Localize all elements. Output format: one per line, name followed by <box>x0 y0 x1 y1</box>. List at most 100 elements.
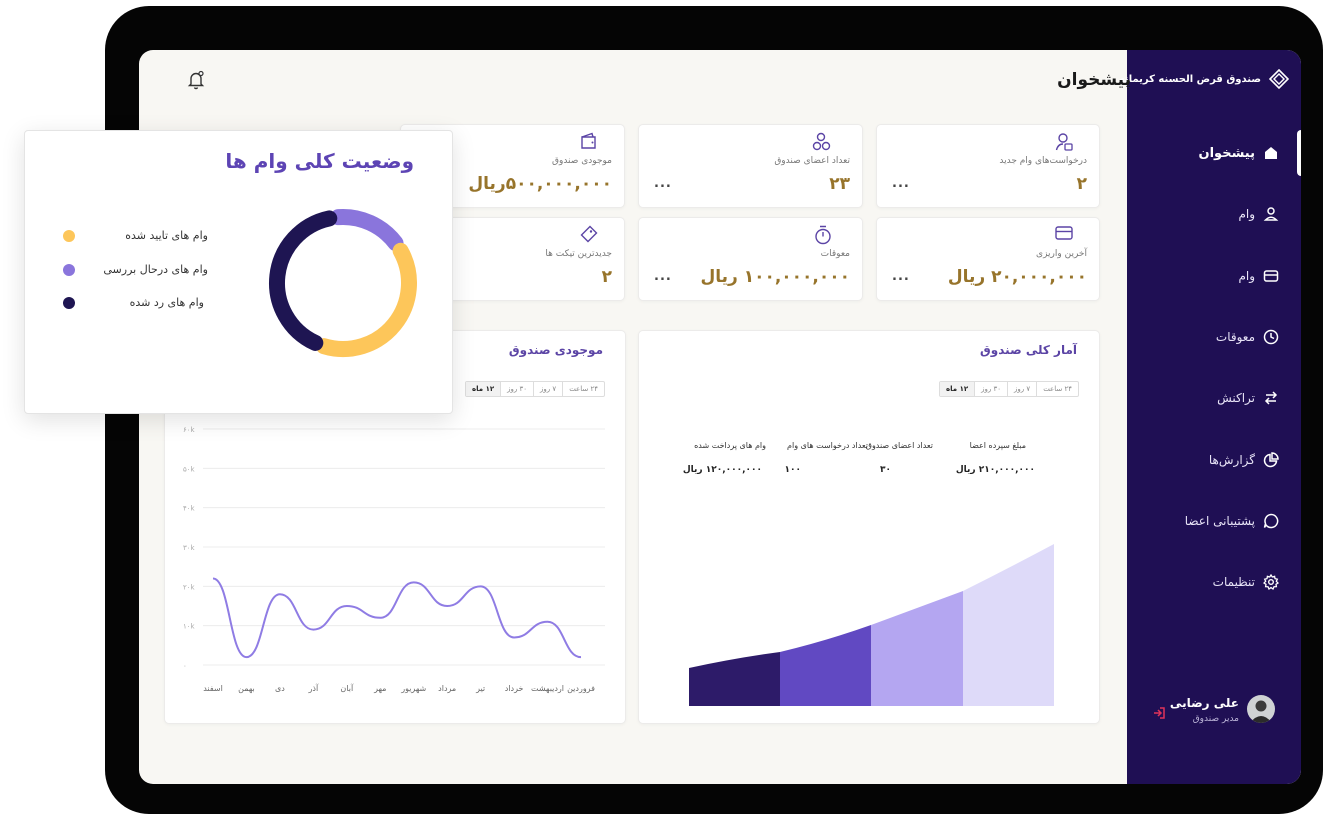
gear-icon <box>1263 574 1279 590</box>
members-icon <box>812 132 832 156</box>
stat-card-new-loan-requests[interactable]: درخواست‌های وام جدید ۲ ... <box>876 124 1100 208</box>
stat-label: تعداد اعضای صندوق <box>774 156 850 166</box>
donut-slice <box>330 209 404 252</box>
stat-label: جدیدترین تیکت ها <box>545 249 612 259</box>
sidebar-item-loan-card[interactable]: وام <box>1238 264 1279 288</box>
sidebar-item-label: تنظیمات <box>1212 575 1255 589</box>
range-7d[interactable]: ۷ روز <box>1007 382 1036 396</box>
brand: صندوق قرض الحسنه کریمانه <box>1119 69 1289 89</box>
y-tick-label: ۶۰k <box>183 426 196 434</box>
sidebar-item-arrears[interactable]: معوقات <box>1216 325 1279 349</box>
y-tick-label: ۰ <box>183 662 187 670</box>
home-icon <box>1265 147 1277 159</box>
legend-label: وام های درحال بررسی <box>103 263 208 276</box>
growth-segment-2 <box>780 625 871 706</box>
growth-segment-1 <box>689 652 780 706</box>
stat-value: ۱۰۰,۰۰۰,۰۰۰ ریال <box>700 267 850 287</box>
fund-stats-range-selector[interactable]: ۲۴ ساعت ۷ روز ۳۰ روز ۱۲ ماه <box>939 381 1079 397</box>
active-indicator <box>1297 130 1301 176</box>
legend-dot-approved <box>63 230 75 242</box>
loan-status-donut <box>269 209 417 357</box>
legend-label: وام های تایید شده <box>125 229 208 242</box>
more-menu-button[interactable]: ... <box>654 269 672 284</box>
user-role: مدیر صندوق <box>1192 714 1239 724</box>
x-tick-label: خرداد <box>505 684 524 693</box>
more-menu-button[interactable]: ... <box>892 176 910 191</box>
card-icon <box>1055 225 1073 245</box>
card-icon <box>1263 270 1279 282</box>
metric-value: ۳۰ <box>880 465 891 475</box>
stat-card-members[interactable]: تعداد اعضای صندوق ۲۳ ... <box>638 124 863 208</box>
stat-label: معوقات <box>820 249 850 259</box>
sidebar-item-label: تراکنش <box>1217 391 1255 405</box>
stat-card-arrears[interactable]: معوقات ۱۰۰,۰۰۰,۰۰۰ ریال ... <box>638 217 863 301</box>
user-name: علی رضایی <box>1169 696 1239 710</box>
stat-label: آخرین واریزی <box>1036 249 1087 259</box>
range-12m[interactable]: ۱۲ ماه <box>940 382 975 396</box>
more-menu-button[interactable]: ... <box>654 176 672 191</box>
donut-slice <box>269 210 338 351</box>
loan-status-card: وضعیت کلی وام ها وام های تایید شده وام ه… <box>24 130 453 414</box>
x-tick-label: مرداد <box>438 684 456 693</box>
sidebar-item-dashboard[interactable]: پیشخوان <box>1199 141 1280 165</box>
stat-value: ۵۰۰,۰۰۰,۰۰۰ریال <box>468 174 612 194</box>
stat-value: ۲ <box>1076 174 1087 194</box>
x-tick-label: آبان <box>340 683 354 693</box>
metric-label: تعداد درخواست های وام <box>787 441 868 450</box>
y-tick-label: ۵۰k <box>183 465 196 473</box>
range-24h[interactable]: ۲۴ ساعت <box>1036 382 1078 396</box>
logout-button[interactable] <box>1152 705 1166 724</box>
metric-value: ۱۲۰,۰۰۰,۰۰۰ ریال <box>682 465 762 475</box>
range-30d[interactable]: ۳۰ روز <box>974 382 1007 396</box>
fund-growth-chart <box>689 544 1054 706</box>
sidebar-item-settings[interactable]: تنظیمات <box>1213 570 1279 594</box>
stat-label: درخواست‌های وام جدید <box>999 156 1087 166</box>
legend-dot-pending <box>63 264 75 276</box>
metric-label: تعداد اعضای صندوق <box>865 441 933 450</box>
user-icon <box>1263 207 1279 221</box>
x-tick-label: تیر <box>475 684 485 693</box>
user-profile: علی رضایی مدیر صندوق <box>1145 691 1285 735</box>
x-tick-label: شهریور <box>400 684 426 693</box>
y-tick-label: ۱۰k <box>183 623 196 631</box>
clock-icon <box>1263 329 1279 345</box>
sidebar-item-support[interactable]: پشتیبانی اعضا <box>1185 509 1279 533</box>
x-tick-label: بهمن <box>238 684 255 693</box>
x-tick-label: اسفند <box>203 684 223 693</box>
chat-icon <box>1263 513 1279 529</box>
transfer-icon <box>1264 391 1278 405</box>
loan-status-title: وضعیت کلی وام ها <box>225 149 414 173</box>
metric-value: ۲۱۰,۰۰۰,۰۰۰ ریال <box>955 465 1035 475</box>
sidebar-item-label: وام <box>1238 269 1255 283</box>
metric-value: ۱۰۰ <box>784 465 801 475</box>
logout-icon <box>1154 707 1165 719</box>
pie-icon <box>1263 452 1279 468</box>
sidebar: صندوق قرض الحسنه کریمانه پیشخوان وام وام… <box>1119 50 1301 784</box>
growth-segment-3 <box>871 591 963 706</box>
ticket-icon <box>580 225 598 247</box>
logo-icon <box>1269 69 1289 89</box>
y-tick-label: ۳۰k <box>183 544 196 552</box>
stat-label: موجودی صندوق <box>551 156 612 166</box>
stat-value: ۲۳ <box>829 174 850 194</box>
notification-button[interactable] <box>187 70 205 94</box>
stat-value: ۲۰,۰۰۰,۰۰۰ ریال <box>947 267 1087 287</box>
bell-icon <box>187 70 205 90</box>
y-tick-label: ۴۰k <box>183 505 196 513</box>
avatar[interactable] <box>1247 695 1275 723</box>
x-tick-label: مهر <box>373 684 386 693</box>
x-tick-label: آذر <box>308 683 319 693</box>
balance-series-line <box>212 577 582 659</box>
more-menu-button[interactable]: ... <box>892 269 910 284</box>
wallet-icon <box>580 132 598 154</box>
x-tick-label: اردیبهشت <box>531 684 564 693</box>
user-request-icon <box>1055 132 1073 156</box>
sidebar-item-transactions[interactable]: تراکنش <box>1217 386 1279 410</box>
fund-stats-card: آمار کلی صندوق ۲۴ ساعت ۷ روز ۳۰ روز ۱۲ م… <box>638 330 1100 724</box>
stat-value: ۲ <box>601 267 612 287</box>
sidebar-item-reports[interactable]: گزارش‌ها <box>1209 448 1279 472</box>
stat-card-last-deposit[interactable]: آخرین واریزی ۲۰,۰۰۰,۰۰۰ ریال ... <box>876 217 1100 301</box>
sidebar-item-loan[interactable]: وام <box>1238 202 1279 226</box>
growth-segment-4 <box>963 544 1054 706</box>
sidebar-item-label: پشتیبانی اعضا <box>1184 514 1255 528</box>
